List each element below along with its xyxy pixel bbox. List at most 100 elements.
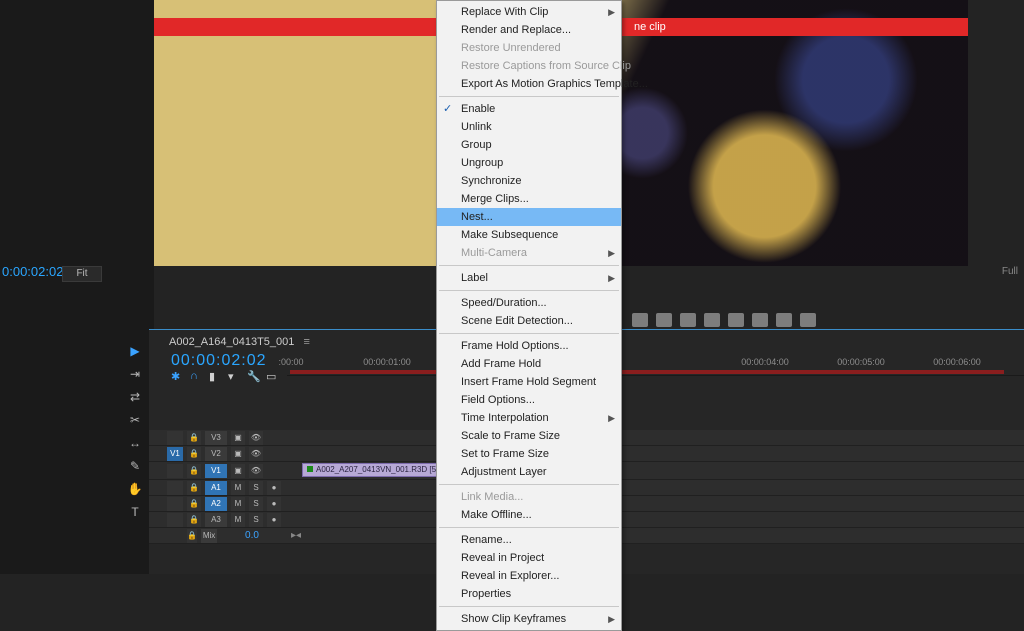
- timeline-tools: ▶ ⇥ ⇄ ✂ ↔ ✎ ✋ T: [126, 342, 146, 521]
- menu-item[interactable]: Make Offline...: [437, 506, 621, 524]
- menu-item[interactable]: Render and Replace...: [437, 21, 621, 39]
- menu-item[interactable]: Time Interpolation▶: [437, 409, 621, 427]
- eye-icon[interactable]: 👁: [249, 464, 263, 478]
- menu-item[interactable]: Frame Hold Options...: [437, 337, 621, 355]
- mark-in-icon[interactable]: [632, 313, 648, 327]
- lock-icon[interactable]: 🔒: [187, 447, 201, 461]
- menu-item: Restore Unrendered: [437, 39, 621, 57]
- source-patch[interactable]: V1: [167, 447, 183, 461]
- eye-icon[interactable]: 👁: [249, 431, 263, 445]
- menu-item[interactable]: Reveal in Explorer...: [437, 567, 621, 585]
- snap-icon[interactable]: ✱: [171, 370, 183, 382]
- sequence-tab[interactable]: A002_A164_0413T5_001 ≡: [169, 336, 310, 348]
- lift-icon[interactable]: [752, 313, 768, 327]
- menu-item[interactable]: Unlink: [437, 118, 621, 136]
- lock-icon[interactable]: 🔒: [187, 529, 197, 543]
- toggle-output-icon[interactable]: ▣: [231, 431, 245, 445]
- track-label[interactable]: A3: [205, 513, 227, 527]
- menu-item[interactable]: Field Options...: [437, 391, 621, 409]
- source-patch[interactable]: [167, 481, 183, 495]
- lock-icon[interactable]: 🔒: [187, 481, 201, 495]
- track-label[interactable]: A1: [205, 481, 227, 495]
- menu-item[interactable]: Group: [437, 136, 621, 154]
- menu-separator: [439, 527, 619, 528]
- resolution-select[interactable]: Full: [1002, 266, 1018, 277]
- menu-item[interactable]: Make Subsequence: [437, 226, 621, 244]
- source-patch[interactable]: [167, 464, 183, 478]
- lock-icon[interactable]: 🔒: [187, 497, 201, 511]
- menu-item[interactable]: Rename...: [437, 531, 621, 549]
- toggle-output-icon[interactable]: ▣: [231, 464, 245, 478]
- solo-icon[interactable]: S: [249, 481, 263, 495]
- menu-item[interactable]: Enable✓: [437, 100, 621, 118]
- eye-icon[interactable]: 👁: [249, 447, 263, 461]
- toggle-output-icon[interactable]: ▣: [231, 447, 245, 461]
- mute-icon[interactable]: M: [231, 481, 245, 495]
- solo-icon[interactable]: S: [249, 513, 263, 527]
- menu-item[interactable]: Scene Edit Detection...: [437, 312, 621, 330]
- extract-icon[interactable]: [776, 313, 792, 327]
- source-patch[interactable]: [167, 513, 183, 527]
- track-label[interactable]: A2: [205, 497, 227, 511]
- mark-out-icon[interactable]: [656, 313, 672, 327]
- zoom-select[interactable]: Fit: [62, 266, 102, 282]
- menu-item[interactable]: Ungroup: [437, 154, 621, 172]
- clip-label: A002_A207_0413VN_001.R3D [50%]: [316, 465, 450, 474]
- source-timecode[interactable]: 0:00:02:02: [2, 264, 63, 279]
- type-tool[interactable]: T: [126, 503, 144, 521]
- marker-add-icon[interactable]: ▮: [209, 370, 221, 382]
- mic-icon[interactable]: ●: [267, 513, 281, 527]
- selection-tool[interactable]: ▶: [126, 342, 144, 360]
- mute-icon[interactable]: M: [231, 497, 245, 511]
- track-label[interactable]: V3: [205, 431, 227, 445]
- settings-toggle-icon[interactable]: ▾: [228, 370, 240, 382]
- timeline-timecode[interactable]: 00:00:02:02: [171, 352, 267, 370]
- work-area-bar[interactable]: [290, 370, 1004, 374]
- lock-icon[interactable]: 🔒: [187, 464, 201, 478]
- menu-item[interactable]: Replace With Clip▶: [437, 3, 621, 21]
- track-select-tool[interactable]: ⇥: [126, 365, 144, 383]
- caption-icon[interactable]: ▭: [266, 370, 278, 382]
- menu-item[interactable]: Export As Motion Graphics Template...: [437, 75, 621, 93]
- razor-tool[interactable]: ✂: [126, 411, 144, 429]
- menu-item[interactable]: Show Clip Keyframes▶: [437, 610, 621, 628]
- slip-tool[interactable]: ↔: [126, 434, 144, 452]
- pen-tool[interactable]: ✎: [126, 457, 144, 475]
- linked-selection-icon[interactable]: ∩: [190, 370, 202, 382]
- mix-value[interactable]: 0.0: [245, 530, 259, 541]
- menu-item[interactable]: Nest...: [437, 208, 621, 226]
- menu-item[interactable]: Speed/Duration...: [437, 294, 621, 312]
- menu-item[interactable]: Label▶: [437, 269, 621, 287]
- menu-item[interactable]: Scale to Frame Size: [437, 427, 621, 445]
- lock-icon[interactable]: 🔒: [187, 431, 201, 445]
- menu-separator: [439, 333, 619, 334]
- ripple-edit-tool[interactable]: ⇄: [126, 388, 144, 406]
- menu-item[interactable]: Merge Clips...: [437, 190, 621, 208]
- close-icon[interactable]: ≡: [303, 336, 309, 348]
- menu-item[interactable]: Properties: [437, 585, 621, 603]
- track-label[interactable]: V2: [205, 447, 227, 461]
- menu-item[interactable]: Adjustment Layer: [437, 463, 621, 481]
- menu-item[interactable]: Reveal in Project: [437, 549, 621, 567]
- hand-tool[interactable]: ✋: [126, 480, 144, 498]
- mic-icon[interactable]: ●: [267, 481, 281, 495]
- source-patch: [167, 529, 183, 543]
- chevron-right-icon: ▶: [608, 612, 615, 626]
- marker-icon[interactable]: [680, 313, 696, 327]
- camera-icon[interactable]: [704, 313, 720, 327]
- menu-item[interactable]: Insert Frame Hold Segment: [437, 373, 621, 391]
- menu-item[interactable]: Add Frame Hold: [437, 355, 621, 373]
- source-patch[interactable]: [167, 497, 183, 511]
- wrench-icon[interactable]: 🔧: [247, 370, 259, 382]
- solo-icon[interactable]: S: [249, 497, 263, 511]
- menu-item[interactable]: Synchronize: [437, 172, 621, 190]
- track-label[interactable]: V1: [205, 464, 227, 478]
- menu-item[interactable]: Set to Frame Size: [437, 445, 621, 463]
- mic-icon[interactable]: ●: [267, 497, 281, 511]
- mute-icon[interactable]: M: [231, 513, 245, 527]
- keyframe-icon[interactable]: ▸◂: [291, 530, 301, 541]
- source-patch[interactable]: [167, 431, 183, 445]
- settings-icon[interactable]: [800, 313, 816, 327]
- lock-icon[interactable]: 🔒: [187, 513, 201, 527]
- export-frame-icon[interactable]: [728, 313, 744, 327]
